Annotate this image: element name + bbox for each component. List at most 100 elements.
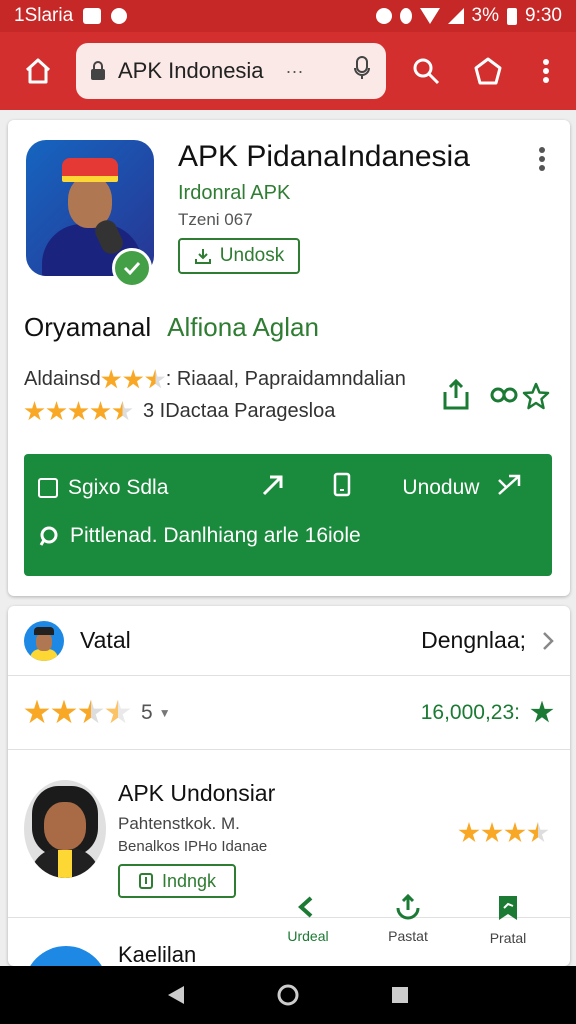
rating-row: 3 IDactaa Paragesloa xyxy=(24,400,335,423)
list-item[interactable]: APK Undonsiar Pahtenstkok. M. Benalkos I… xyxy=(8,750,570,918)
chat-bubble-icon xyxy=(39,526,58,546)
rating-count: 5 xyxy=(141,700,153,724)
expand-arrow-icon xyxy=(498,474,521,495)
search-button[interactable] xyxy=(398,43,454,99)
alarm-icon xyxy=(375,8,392,24)
star-outline-icon xyxy=(522,382,550,410)
listing-install-button[interactable]: Indngk xyxy=(118,864,236,898)
rating-stars xyxy=(24,401,133,422)
action-post[interactable]: Pastat xyxy=(358,894,458,946)
bottom-actions: Urdeal Pastat Pratal xyxy=(258,894,558,946)
nav-home-icon[interactable] xyxy=(276,983,300,1007)
bookmark-button[interactable] xyxy=(332,472,352,504)
edit-button[interactable] xyxy=(260,472,286,504)
download-icon xyxy=(138,873,153,889)
flag-icon xyxy=(499,896,517,920)
next-item-title[interactable]: Kaelilan xyxy=(118,942,196,968)
chevron-right-icon xyxy=(543,631,554,650)
overflow-menu-button[interactable] xyxy=(518,43,574,99)
back-arrow-icon xyxy=(298,896,313,918)
description-line: Aldainsd : Riaaal, Papraidamndalian xyxy=(24,368,406,391)
download-icon xyxy=(194,249,211,264)
mic-icon[interactable] xyxy=(352,55,372,87)
desc-suffix: : Riaaal, Papraidamndalian xyxy=(165,368,406,390)
total-count: 16,000,23: xyxy=(420,700,554,725)
install-label: Undosk xyxy=(219,245,285,266)
wishlist-button[interactable] xyxy=(522,382,550,415)
system-nav-bar xyxy=(0,966,576,1024)
url-bar[interactable]: APK Indonesia ··· xyxy=(76,43,386,99)
organization-row: Oryamanal Alfiona Aglan xyxy=(24,312,319,343)
link-icon xyxy=(490,387,518,403)
app-title: APK PidanaIndanesia xyxy=(178,140,470,173)
verified-badge-icon xyxy=(112,248,152,288)
action-undo[interactable]: Urdeal xyxy=(258,894,358,946)
review-card: Vatal Dengnlaa; 5 ▼ 16,000,23: APK Undon… xyxy=(8,606,570,1024)
review-title: Vatal xyxy=(80,627,131,653)
home-button[interactable] xyxy=(10,43,66,99)
tabs-icon xyxy=(474,57,502,85)
arrow-diagonal-icon xyxy=(263,475,283,496)
panel-row2-text: Pittlenad. Danlhiang arle 16iole xyxy=(70,524,361,547)
url-ellipsis: ··· xyxy=(285,60,304,81)
avatar xyxy=(24,780,106,878)
desc-prefix: Aldainsd xyxy=(24,368,101,390)
summary-stars[interactable] xyxy=(24,699,131,726)
desc-stars xyxy=(101,369,166,390)
clock: 9:30 xyxy=(525,5,562,26)
listing-title: APK Undonsiar xyxy=(118,780,276,806)
link-button[interactable] xyxy=(490,382,518,413)
more-vert-icon xyxy=(543,59,549,83)
action-label: Urdeal xyxy=(287,928,329,944)
share-icon xyxy=(443,378,469,410)
total-count-text: 16,000,23: xyxy=(420,700,520,724)
rating-text: 3 IDactaa Paragesloa xyxy=(143,400,336,422)
wifi-icon xyxy=(419,8,440,24)
vibrate-icon xyxy=(399,8,412,24)
select-checkbox[interactable] xyxy=(38,478,58,498)
install-button[interactable]: Undosk xyxy=(178,238,300,274)
battery-icon xyxy=(507,7,518,25)
listing-stars xyxy=(458,822,549,844)
gallery-icon xyxy=(83,8,102,24)
dropdown-arrow-icon[interactable]: ▼ xyxy=(159,706,171,720)
listing-line2: Benalkos IPHo Idanae xyxy=(118,838,268,855)
nav-back-icon[interactable] xyxy=(166,984,186,1006)
browser-toolbar: APK Indonesia ··· xyxy=(0,32,576,110)
url-text: APK Indonesia xyxy=(118,58,264,83)
app-detail-card: APK PidanaIndanesia Irdonral APK Tzeni 0… xyxy=(8,120,570,596)
avatar xyxy=(24,620,64,661)
review-header-right: Dengnlaa; xyxy=(421,627,554,654)
expand-button[interactable] xyxy=(495,472,523,504)
star-icon xyxy=(530,700,554,723)
nav-recents-icon[interactable] xyxy=(390,985,410,1005)
search-icon xyxy=(413,58,440,85)
share-button[interactable] xyxy=(440,378,472,417)
lock-icon xyxy=(90,61,106,81)
app-subtitle[interactable]: Irdonral APK xyxy=(178,182,290,205)
bookmark-icon xyxy=(334,472,351,497)
home-icon xyxy=(25,58,51,84)
app-meta: Tzeni 067 xyxy=(178,210,253,229)
listing-button-label: Indngk xyxy=(161,870,217,891)
more-vert-icon xyxy=(539,147,545,171)
action-portal[interactable]: Pratal xyxy=(458,894,558,946)
rating-summary: 5 ▼ 16,000,23: xyxy=(8,676,570,750)
org-value[interactable]: Alfiona Aglan xyxy=(167,312,319,343)
panel-row1-right[interactable]: Unoduw xyxy=(402,476,479,500)
tabs-button[interactable] xyxy=(460,43,516,99)
action-label: Pratal xyxy=(489,930,527,946)
battery-text: 3% xyxy=(471,5,500,26)
notification-icon xyxy=(111,8,128,24)
upload-icon xyxy=(396,894,420,920)
status-bar: 1Slaria 3% 9:30 xyxy=(0,0,576,32)
action-label: Pastat xyxy=(388,928,428,944)
review-header[interactable]: Vatal Dengnlaa; xyxy=(8,606,570,676)
app-menu-button[interactable] xyxy=(538,146,546,177)
status-left-text: 1Slaria xyxy=(14,5,74,26)
signal-icon xyxy=(447,8,464,24)
listing-line1: Pahtenstkok. M. xyxy=(118,814,240,833)
review-right-label: Dengnlaa; xyxy=(421,627,526,653)
panel-row1-left[interactable]: Sgixo Sdla xyxy=(68,476,168,500)
action-panel: Sgixo Sdla Unoduw Pittlenad. Danlhiang a… xyxy=(24,454,552,576)
